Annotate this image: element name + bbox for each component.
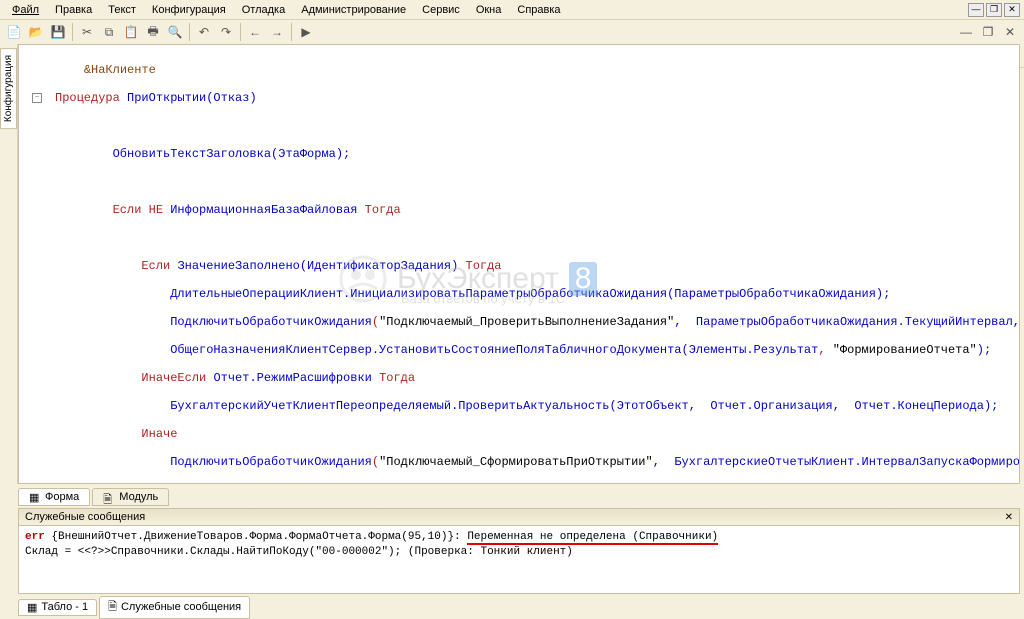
messages-title-bar: Служебные сообщения ✕ bbox=[19, 509, 1019, 526]
menu-file[interactable]: Файл bbox=[4, 2, 47, 18]
error-detail: Склад = <<?>>Справочники.Склады.НайтиПоК… bbox=[25, 545, 1013, 560]
back-icon[interactable]: ← bbox=[245, 22, 265, 42]
error-text: Переменная не определена (Справочники) bbox=[467, 531, 718, 545]
messages-close-icon[interactable]: ✕ bbox=[1005, 512, 1013, 523]
messages-title: Служебные сообщения bbox=[25, 511, 145, 523]
tab-messages[interactable]: 🗎 Служебные сообщения bbox=[99, 596, 250, 619]
menu-debug[interactable]: Отладка bbox=[234, 2, 293, 18]
proc-args: (Отказ) bbox=[206, 91, 256, 105]
config-vertical-tab[interactable]: Конфигурация bbox=[0, 48, 17, 129]
error-badge: err bbox=[25, 531, 45, 543]
new-icon[interactable]: 📄 bbox=[4, 22, 24, 42]
left-collapsed-panel: Конфигурация bbox=[0, 44, 18, 484]
min2-icon[interactable]: — bbox=[956, 22, 976, 42]
call-update: ОбновитьТекстЗаголовка bbox=[113, 147, 271, 161]
kw-procedure: Процедура bbox=[55, 91, 120, 105]
close2-icon[interactable]: ✕ bbox=[1000, 22, 1020, 42]
menu-items: Файл Правка Текст Конфигурация Отладка А… bbox=[4, 2, 569, 18]
messages-body[interactable]: err {ВнешнийОтчет.ДвижениеТоваров.Форма.… bbox=[19, 526, 1019, 593]
fold-minus-icon[interactable]: − bbox=[32, 93, 42, 103]
code-long-op: ДлительныеОперацииКлиент.Инициализироват… bbox=[170, 287, 890, 301]
tab-form[interactable]: ▦ Форма bbox=[18, 488, 90, 506]
tab-tablo[interactable]: ▦ Табло - 1 bbox=[18, 599, 97, 616]
messages-pane: Служебные сообщения ✕ err {ВнешнийОтчет.… bbox=[18, 508, 1020, 594]
close-window-button[interactable]: ✕ bbox=[1004, 3, 1020, 17]
cut-icon[interactable]: ✂ bbox=[77, 22, 97, 42]
copy-icon[interactable]: ⧉ bbox=[99, 22, 119, 42]
status-tabs: ▦ Табло - 1 🗎 Служебные сообщения bbox=[18, 597, 1020, 617]
print-icon[interactable]: 🖶 bbox=[143, 22, 163, 42]
toolbar-row-1: 📄 📂 💾 ✂ ⧉ 📋 🖶 🔍 ↶ ↷ ← → ▶ — ❐ ✕ bbox=[0, 20, 1024, 44]
find-icon[interactable]: 🔍 bbox=[165, 22, 185, 42]
proc-name: ПриОткрытии bbox=[127, 91, 206, 105]
tab-module[interactable]: 🗎 Модуль bbox=[92, 488, 169, 506]
module-icon: 🗎 bbox=[103, 491, 115, 503]
redo-icon[interactable]: ↷ bbox=[216, 22, 236, 42]
menu-bar: Файл Правка Текст Конфигурация Отладка А… bbox=[0, 0, 1024, 20]
forward-icon[interactable]: → bbox=[267, 22, 287, 42]
paste-icon[interactable]: 📋 bbox=[121, 22, 141, 42]
code-content[interactable]: &НаКлиенте − Процедура ПриОткрытии(Отказ)… bbox=[19, 45, 1019, 483]
menu-admin[interactable]: Администрирование bbox=[293, 2, 414, 18]
kw-if: Если НЕ bbox=[113, 203, 163, 217]
form-icon: ▦ bbox=[29, 491, 41, 503]
menu-text[interactable]: Текст bbox=[100, 2, 144, 18]
menu-service[interactable]: Сервис bbox=[414, 2, 468, 18]
grid-icon: ▦ bbox=[27, 601, 37, 614]
menu-help[interactable]: Справка bbox=[509, 2, 568, 18]
save-icon[interactable]: 💾 bbox=[48, 22, 68, 42]
menu-window[interactable]: Окна bbox=[468, 2, 510, 18]
menu-config[interactable]: Конфигурация bbox=[144, 2, 234, 18]
minimize-button[interactable]: — bbox=[968, 3, 984, 17]
menu-edit[interactable]: Правка bbox=[47, 2, 100, 18]
run-icon[interactable]: ▶ bbox=[296, 22, 316, 42]
max2-icon[interactable]: ❐ bbox=[978, 22, 998, 42]
editor-tabs: ▦ Форма 🗎 Модуль bbox=[18, 486, 1020, 508]
directive-client: &НаКлиенте bbox=[84, 63, 156, 77]
open-icon[interactable]: 📂 bbox=[26, 22, 46, 42]
code-editor[interactable]: &НаКлиенте − Процедура ПриОткрытии(Отказ)… bbox=[18, 44, 1020, 484]
error-location: {ВнешнийОтчет.ДвижениеТоваров.Форма.Форм… bbox=[51, 531, 460, 543]
doc-icon: 🗎 bbox=[108, 598, 117, 617]
maximize-button[interactable]: ❐ bbox=[986, 3, 1002, 17]
undo-icon[interactable]: ↶ bbox=[194, 22, 214, 42]
